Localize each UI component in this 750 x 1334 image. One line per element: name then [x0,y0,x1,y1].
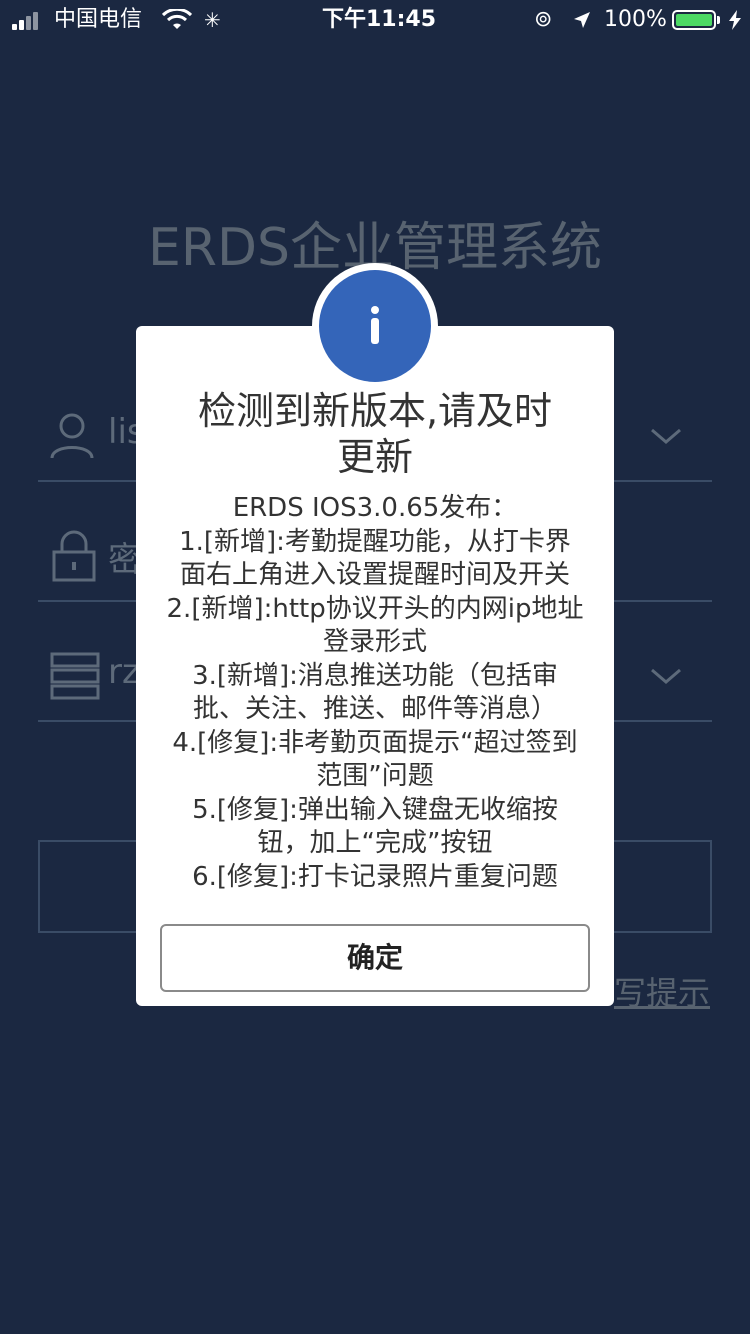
message-line: 批、关注、推送、邮件等消息） [192,694,557,724]
orientation-lock-icon: ⊚ [534,7,553,32]
dialog-title-line: 检测到新版本,请及时 [197,389,553,433]
message-line: ERDS IOS3.0.65发布： [232,493,518,523]
message-line: 5.[修复]:弹出输入键盘无收缩按 [192,794,558,825]
dialog-title: 检测到新版本,请及时 更新 [136,388,614,480]
message-line: 2.[新增]:http协议开头的内网ip地址 [166,593,584,624]
carrier-name: 中国电信 [54,7,143,32]
status-bar: 中国电信 ✳ 下午11:45 ⊚ 100% [0,0,750,40]
battery-icon [672,10,716,30]
message-line: 钮，加上“完成”按钮 [257,828,493,858]
message-line: 登录形式 [322,627,427,657]
message-line: 4.[修复]:非考勤页面提示“超过签到 [172,727,578,758]
battery-percent: 100% [604,7,667,32]
dialog-message: ERDS IOS3.0.65发布： 1.[新增]:考勤提醒功能，从打卡界 面右上… [136,492,614,894]
info-icon [319,270,431,382]
message-line: 1.[新增]:考勤提醒功能，从打卡界 [179,526,571,557]
confirm-button[interactable]: 确定 [160,924,590,992]
message-line: 范围”问题 [316,761,434,791]
message-line: 3.[新增]:消息推送功能（包括审 [192,660,558,691]
wifi-icon [162,9,192,29]
message-line: 6.[修复]:打卡记录照片重复问题 [192,861,558,892]
message-line: 面右上角进入设置提醒时间及开关 [179,560,570,590]
loading-spinner-icon: ✳ [204,8,221,32]
update-dialog: 检测到新版本,请及时 更新 ERDS IOS3.0.65发布： 1.[新增]:考… [136,326,614,1006]
dialog-title-line: 更新 [336,435,413,479]
location-arrow-icon [574,12,590,28]
charging-bolt-icon [729,10,741,30]
status-time: 下午11:45 [322,7,437,32]
signal-strength-icon [12,12,46,30]
